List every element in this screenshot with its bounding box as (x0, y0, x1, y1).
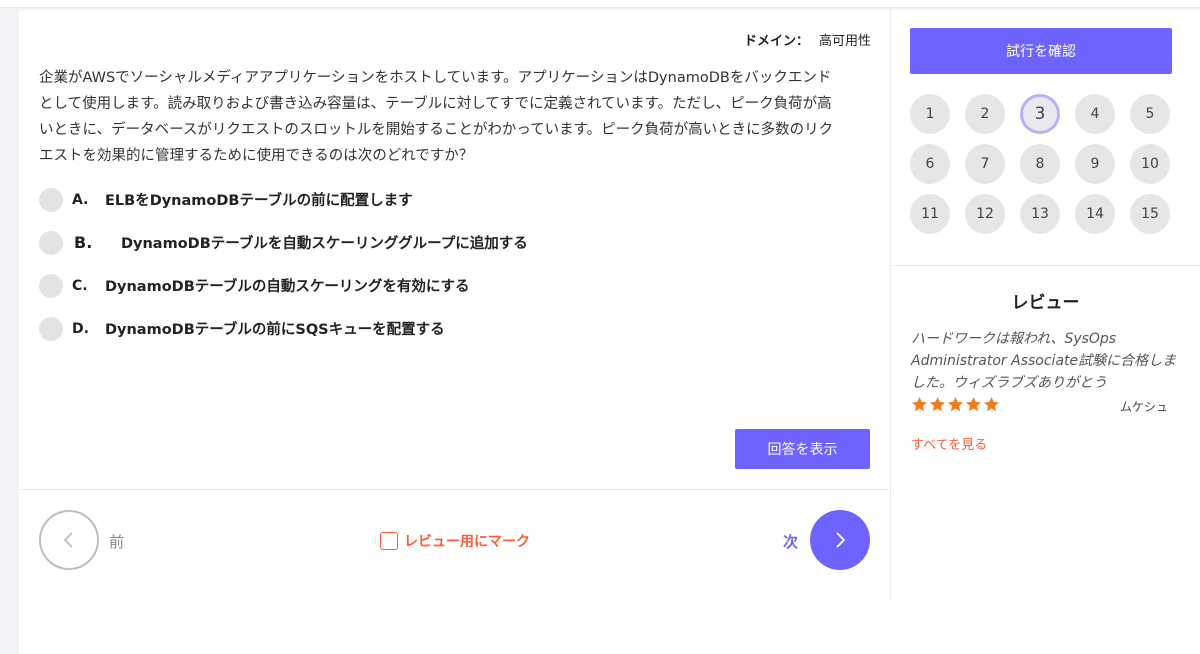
option-b[interactable]: B. DynamoDBテーブルを自動スケーリンググループに追加する (39, 221, 819, 264)
option-d[interactable]: D. DynamoDBテーブルの前にSQSキューを配置する (39, 307, 819, 350)
answer-options: A. ELBをDynamoDBテーブルの前に配置します B. DynamoDBテ… (39, 178, 819, 350)
prev-button[interactable] (39, 510, 99, 570)
star-icon (984, 397, 999, 412)
see-all-link[interactable]: すべてを見る (911, 434, 987, 453)
star-icon (912, 397, 927, 412)
option-text: DynamoDBテーブルを自動スケーリンググループに追加する (121, 236, 528, 252)
question-number-12[interactable]: 12 (965, 194, 1005, 234)
option-text: DynamoDBテーブルの自動スケーリングを有効にする (105, 279, 470, 295)
question-area: ドメイン： 高可用性 企業がAWSでソーシャルメディアアプリケーションをホストして… (19, 10, 889, 490)
question-number-4[interactable]: 4 (1075, 94, 1115, 134)
review-text: ハードワークは報われ、SysOps Administrator Associat… (911, 331, 1177, 391)
quiz-panel: ドメイン： 高可用性 企業がAWSでソーシャルメディアアプリケーションをホストして… (19, 10, 1200, 654)
check-trial-button[interactable]: 試行を確認 (910, 28, 1172, 74)
radio-button[interactable] (39, 316, 63, 341)
radio-button[interactable] (39, 273, 63, 298)
radio-button[interactable] (39, 230, 63, 255)
question-number-14[interactable]: 14 (1075, 194, 1115, 234)
question-number-6[interactable]: 6 (910, 144, 950, 184)
question-number-3-current[interactable]: 3 (1020, 94, 1060, 134)
question-number-8[interactable]: 8 (1020, 144, 1060, 184)
question-number-10[interactable]: 10 (1130, 144, 1170, 184)
divider (19, 489, 889, 490)
divider (891, 265, 1200, 266)
question-number-7[interactable]: 7 (965, 144, 1005, 184)
question-number-9[interactable]: 9 (1075, 144, 1115, 184)
question-number-15[interactable]: 15 (1130, 194, 1170, 234)
mark-checkbox[interactable] (380, 532, 398, 550)
option-text: DynamoDBテーブルの前にSQSキューを配置する (105, 322, 445, 338)
option-letter: A. (72, 191, 89, 208)
domain-value: 高可用性 (818, 34, 871, 49)
show-answer-button[interactable]: 回答を表示 (735, 429, 870, 469)
question-text: 企業がAWSでソーシャルメディアアプリケーションをホストしています。アプリケーシ… (39, 70, 834, 164)
chevron-left-icon (63, 532, 73, 548)
star-rating (911, 396, 1000, 413)
top-strip (0, 0, 1200, 8)
domain-label: ドメイン： (743, 34, 809, 49)
question-number-2[interactable]: 2 (965, 94, 1005, 134)
chevron-right-icon (836, 532, 846, 548)
option-c[interactable]: C. DynamoDBテーブルの自動スケーリングを有効にする (39, 264, 819, 307)
star-icon (966, 397, 981, 412)
star-icon (948, 397, 963, 412)
star-icon (930, 397, 945, 412)
next-button[interactable] (810, 510, 870, 570)
option-text: ELBをDynamoDBテーブルの前に配置します (105, 193, 413, 209)
review-title: レビュー (1011, 293, 1080, 313)
mark-label: レビュー用にマーク (404, 534, 530, 550)
radio-button[interactable] (39, 187, 63, 212)
question-number-11[interactable]: 11 (910, 194, 950, 234)
option-letter: C. (72, 277, 88, 294)
option-a[interactable]: A. ELBをDynamoDBテーブルの前に配置します (39, 178, 819, 221)
question-number-13[interactable]: 13 (1020, 194, 1060, 234)
prev-label[interactable]: 前 (109, 531, 124, 552)
sidebar: 試行を確認 1 2 3 4 5 6 7 8 9 10 11 12 13 14 1… (891, 10, 1200, 654)
domain-info: ドメイン： 高可用性 (744, 30, 871, 49)
question-number-1[interactable]: 1 (910, 94, 950, 134)
mark-for-review[interactable]: レビュー用にマーク (380, 531, 530, 551)
option-letter: D. (72, 320, 89, 337)
question-number-5[interactable]: 5 (1130, 94, 1170, 134)
reviewer-name: ムケシュ (1120, 400, 1169, 414)
next-label[interactable]: 次 (783, 531, 798, 552)
option-letter: B. (74, 233, 93, 252)
